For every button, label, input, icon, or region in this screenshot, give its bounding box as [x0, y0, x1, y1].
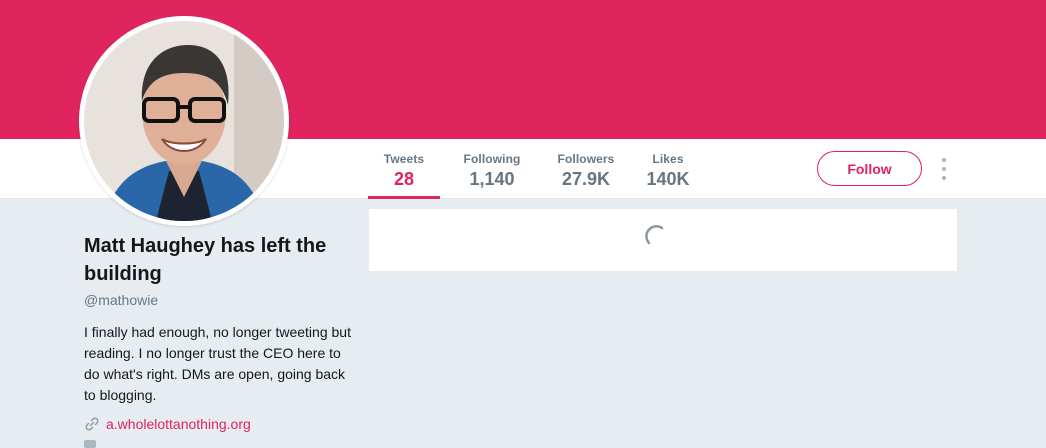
stat-followers-value: 27.9K [561, 169, 611, 189]
more-dot [942, 158, 946, 162]
more-vertical-icon[interactable] [937, 158, 951, 180]
stat-following-value: 1,140 [469, 169, 515, 189]
profile-meta-cutoff [84, 440, 96, 448]
stat-tweets-label: Tweets [383, 152, 425, 166]
stat-tweets[interactable]: Tweets 28 [368, 139, 440, 199]
more-dot [942, 176, 946, 180]
calendar-icon [84, 440, 96, 448]
spinner-icon [645, 225, 664, 245]
profile-name: Matt Haughey has left the building [84, 235, 327, 285]
link-icon [85, 417, 99, 431]
stat-tweets-value: 28 [393, 169, 415, 189]
stat-followers[interactable]: Followers 27.9K [546, 139, 626, 199]
stat-following-label: Following [463, 152, 521, 166]
website-link[interactable]: a.wholelottanothing.org [106, 416, 251, 432]
stat-following[interactable]: Following 1,140 [452, 139, 532, 199]
stat-likes-value: 140K [646, 169, 690, 189]
avatar-photo [84, 21, 284, 221]
follow-button[interactable]: Follow [817, 151, 922, 186]
profile-handle[interactable]: @mathowie [84, 292, 158, 308]
stat-likes[interactable]: Likes 140K [638, 139, 698, 199]
stat-likes-label: Likes [652, 152, 684, 166]
profile-website: a.wholelottanothing.org [84, 416, 251, 432]
stat-followers-label: Followers [557, 152, 615, 166]
profile-bio: I finally had enough, no longer tweeting… [84, 324, 351, 403]
more-dot [942, 167, 946, 171]
avatar[interactable] [79, 16, 289, 226]
profile-stats: Tweets 28 Following 1,140 Followers 27.9… [368, 139, 698, 199]
